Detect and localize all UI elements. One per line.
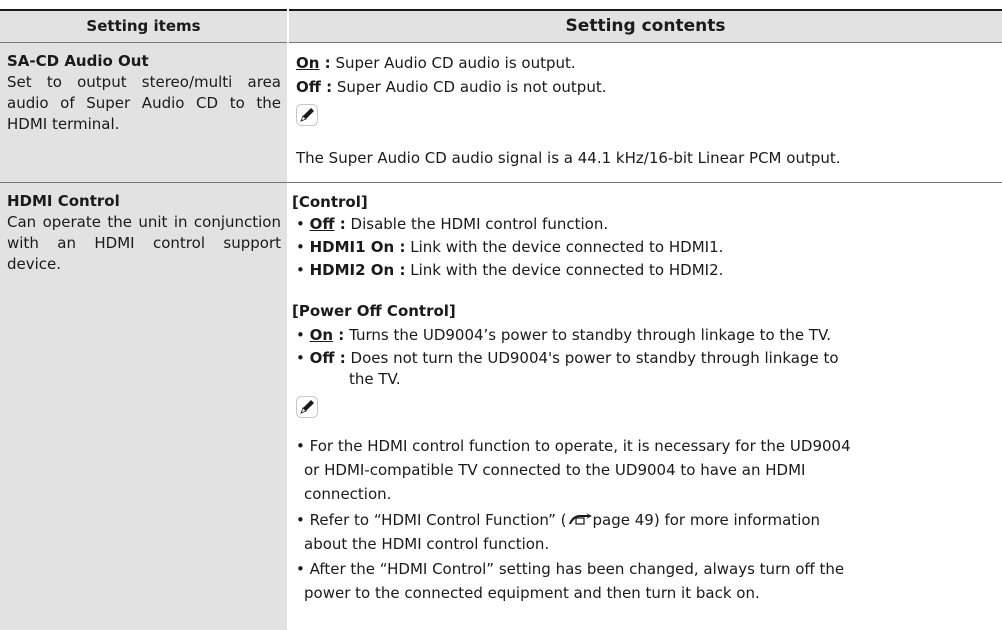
note-text: page 49) for more information <box>592 511 821 529</box>
note-text: Refer to “HDMI Control Function” ( <box>309 511 567 529</box>
option-line: • Off : Disable the HDMI control functio… <box>296 215 609 233</box>
option-sep: : <box>319 54 331 72</box>
table-header: Setting items Setting contents <box>0 9 1002 43</box>
section-heading-control: [Control] <box>292 193 368 211</box>
note-text: For the HDMI control function to operate… <box>309 437 851 455</box>
option-key: HDMI2 On <box>309 261 395 279</box>
header-setting-items: Setting items <box>86 17 201 35</box>
header-setting-contents: Setting contents <box>565 16 726 36</box>
note-text: After the “HDMI Control” setting has bee… <box>309 560 845 578</box>
option-line: • HDMI1 On : Link with the device connec… <box>296 238 724 256</box>
row-description: Can operate the unit in conjunction with… <box>7 213 281 273</box>
note-line: • For the HDMI control function to opera… <box>296 437 851 455</box>
option-sep: : <box>320 78 333 96</box>
option-text: Super Audio CD audio is not output. <box>332 78 607 96</box>
pencil-icon <box>296 396 318 418</box>
note-line: • Refer to “HDMI Control Function” (page… <box>296 511 821 529</box>
row-hdmi-left: HDMI Control Can operate the unit in con… <box>7 191 281 275</box>
option-line: Off : Super Audio CD audio is not output… <box>296 77 606 98</box>
note-line: power to the connected equipment and the… <box>304 584 760 602</box>
note-line: • After the “HDMI Control” setting has b… <box>296 560 845 578</box>
option-sep: : <box>394 238 406 256</box>
option-line: • On : Turns the UD9004’s power to stand… <box>296 326 832 344</box>
option-text: Link with the device connected to HDMI1. <box>405 238 724 256</box>
note-line: or HDMI-compatible TV connected to the U… <box>304 461 806 479</box>
option-text: Link with the device connected to HDMI2. <box>405 261 724 279</box>
option-key: Off <box>309 215 335 233</box>
option-sep: : <box>394 261 406 279</box>
option-line: • HDMI2 On : Link with the device connec… <box>296 261 724 279</box>
page-ref-icon[interactable] <box>567 512 593 526</box>
option-key: On <box>296 54 320 72</box>
option-text: Super Audio CD audio is output. <box>330 54 576 72</box>
option-sep: : <box>334 349 346 367</box>
option-key: Off <box>309 349 335 367</box>
column-divider <box>287 9 289 630</box>
row-description: Set to output stereo/multi area audio of… <box>7 73 281 133</box>
row-divider <box>0 182 1002 183</box>
note-line: about the HDMI control function. <box>304 535 550 553</box>
option-line: On : Super Audio CD audio is output. <box>296 53 576 74</box>
note-line: connection. <box>304 485 392 503</box>
option-sep: : <box>334 215 346 233</box>
option-text: Disable the HDMI control function. <box>345 215 609 233</box>
option-key: Off <box>296 78 321 96</box>
option-key: On <box>309 326 334 344</box>
pencil-icon <box>296 104 318 126</box>
row-sacd-left: SA-CD Audio Out Set to output stereo/mul… <box>7 51 281 135</box>
option-text: Turns the UD9004’s power to standby thro… <box>344 326 832 344</box>
option-key: HDMI1 On <box>309 238 395 256</box>
row-title: HDMI Control <box>7 192 120 210</box>
section-heading-power-off: [Power Off Control] <box>292 302 456 320</box>
option-sep: : <box>333 326 345 344</box>
row-title: SA-CD Audio Out <box>7 52 149 70</box>
option-continuation: the TV. <box>349 370 401 388</box>
option-line: • Off : Does not turn the UD9004's power… <box>296 349 839 367</box>
option-text: Does not turn the UD9004's power to stan… <box>345 349 839 367</box>
note-text: The Super Audio CD audio signal is a 44.… <box>296 149 841 167</box>
